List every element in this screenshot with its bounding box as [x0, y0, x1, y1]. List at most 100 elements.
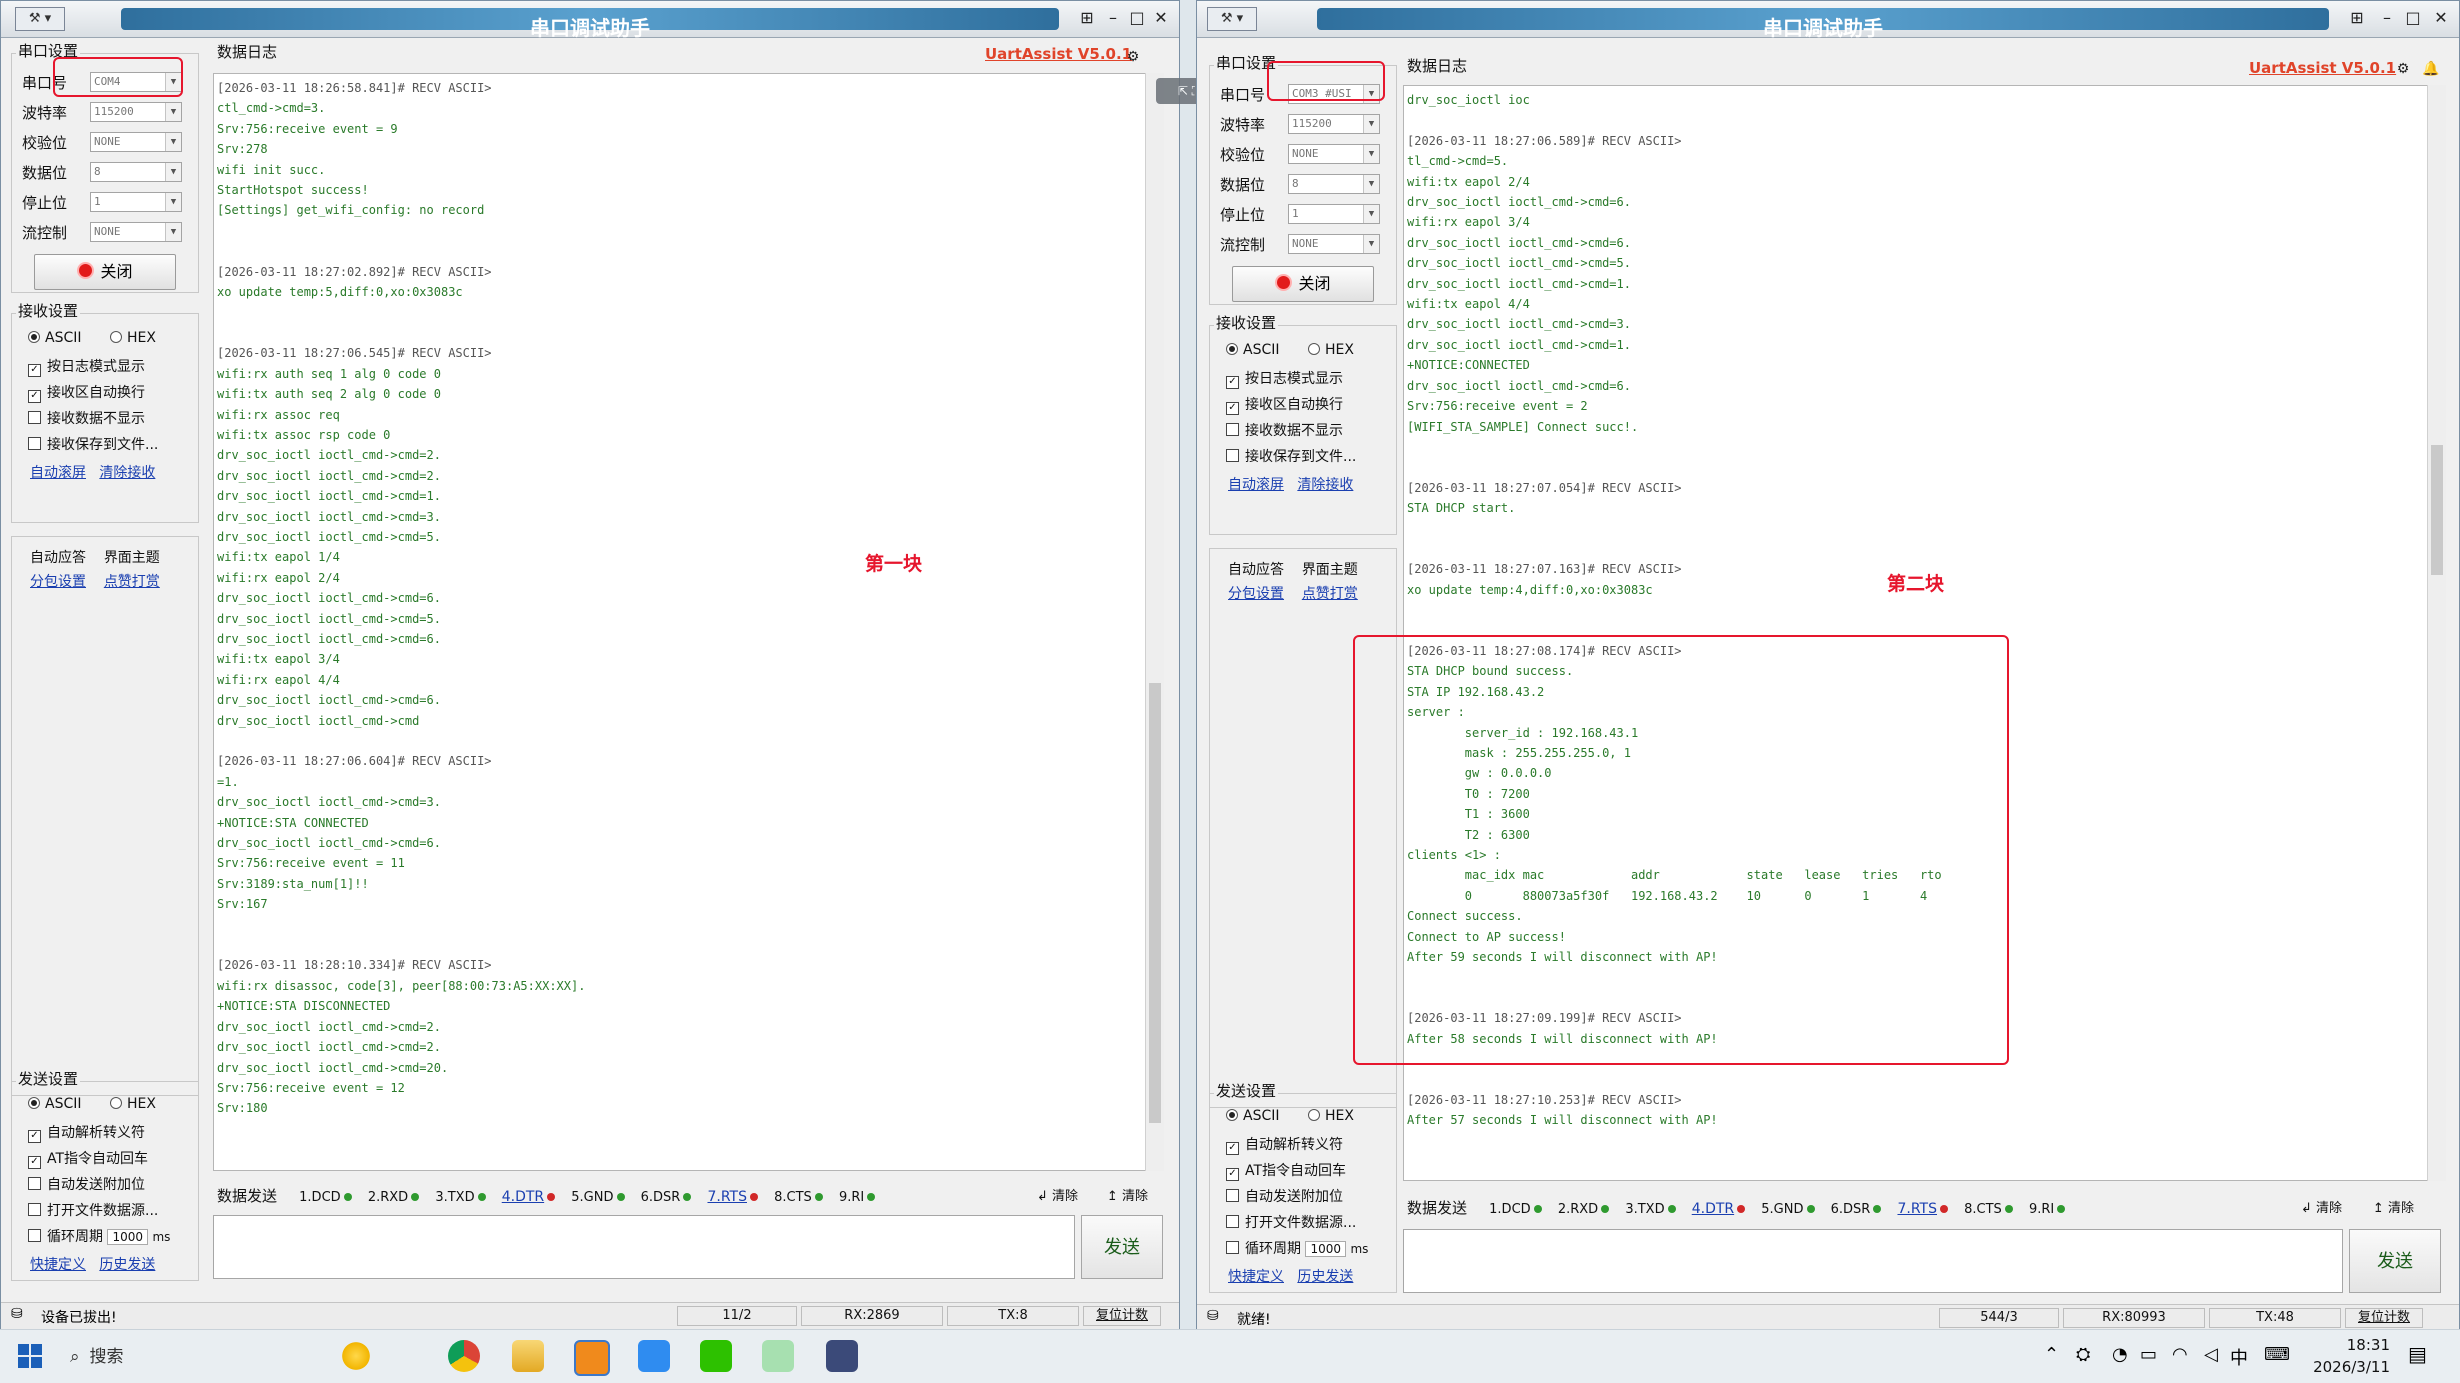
chevron-down-icon[interactable]: ▼: [1363, 115, 1379, 133]
pin-icon[interactable]: ⊞: [2347, 6, 2367, 30]
send-cycle-checkbox[interactable]: 循环周期 1000 ms: [28, 1226, 170, 1246]
close-window-button[interactable]: ✕: [1151, 6, 1171, 30]
pin-icon[interactable]: ⊞: [1077, 6, 1097, 30]
cycle-input[interactable]: 1000: [107, 1229, 148, 1245]
recv-save-checkbox[interactable]: 接收保存到文件...: [1226, 446, 1356, 466]
start-icon[interactable]: [18, 1344, 42, 1368]
chevron-down-icon[interactable]: ▼: [165, 223, 181, 241]
signal-rts[interactable]: 7.RTS: [707, 1189, 758, 1205]
close-port-button[interactable]: 关闭: [34, 254, 176, 290]
databits-select[interactable]: 8 ▼: [1288, 174, 1380, 194]
close-window-button[interactable]: ✕: [2431, 6, 2451, 30]
chevron-down-icon[interactable]: ▼: [1363, 205, 1379, 223]
log-scrollbar[interactable]: [2427, 85, 2446, 1181]
signal-rts[interactable]: 7.RTS: [1897, 1201, 1948, 1217]
send-escape-checkbox[interactable]: ✓ 自动解析转义符: [28, 1122, 145, 1143]
send-hex-radio[interactable]: HEX: [110, 1096, 156, 1112]
close-port-button[interactable]: 关闭: [1232, 266, 1374, 302]
chevron-down-icon[interactable]: ▼: [165, 163, 181, 181]
shortcut-link[interactable]: 快捷定义: [1228, 1269, 1284, 1285]
stopbits-select[interactable]: 1 ▼: [90, 192, 182, 212]
send-append-checkbox[interactable]: 自动发送附加位: [1226, 1186, 1343, 1206]
recv-log-mode-checkbox[interactable]: ✓ 按日志模式显示: [28, 356, 145, 377]
signal-txd[interactable]: 3.TXD: [1625, 1202, 1676, 1217]
send-file-checkbox[interactable]: 打开文件数据源...: [1226, 1212, 1356, 1232]
history-link[interactable]: 历史发送: [99, 1257, 155, 1273]
baud-select[interactable]: 115200 ▼: [90, 102, 182, 122]
minimize-button[interactable]: –: [2377, 6, 2397, 30]
signal-dtr[interactable]: 4.DTR: [1692, 1201, 1746, 1217]
version-link[interactable]: UartAssist V5.0.1: [2249, 59, 2396, 77]
cycle-input[interactable]: 1000: [1305, 1241, 1346, 1257]
send-ascii-radio[interactable]: ASCII: [1226, 1108, 1280, 1124]
title-bar[interactable]: ⚒ ▾ 串口调试助手 ⊞ – □ ✕: [1, 1, 1179, 40]
clear-send-button[interactable]: ↲ 清除: [2301, 1197, 2342, 1223]
flow-select[interactable]: NONE ▼: [1288, 234, 1380, 254]
send-at-checkbox[interactable]: ✓ AT指令自动回车: [28, 1148, 148, 1169]
send-hex-radio[interactable]: HEX: [1308, 1108, 1354, 1124]
send-button[interactable]: 发送: [1081, 1215, 1163, 1279]
signal-cts[interactable]: 8.CTS: [1964, 1202, 2013, 1217]
databits-select[interactable]: 8 ▼: [90, 162, 182, 182]
clear-all-button[interactable]: ↥ 清除: [1107, 1185, 1148, 1211]
keyboard-icon[interactable]: ⌨: [2264, 1344, 2290, 1365]
donate-menu[interactable]: 点赞打赏: [1302, 586, 1358, 602]
chevron-down-icon[interactable]: ▼: [1363, 175, 1379, 193]
stopbits-select[interactable]: 1 ▼: [1288, 204, 1380, 224]
recv-hide-checkbox[interactable]: 接收数据不显示: [1226, 420, 1343, 440]
app-icon-orange[interactable]: [574, 1340, 610, 1376]
theme-menu[interactable]: 界面主题: [1302, 562, 1358, 578]
copilot-icon[interactable]: [340, 1340, 372, 1372]
send-append-checkbox[interactable]: 自动发送附加位: [28, 1174, 145, 1194]
signal-rxd[interactable]: 2.RXD: [1558, 1202, 1610, 1217]
auto-scroll-link[interactable]: 自动滚屏: [30, 465, 86, 481]
log-scrollbar[interactable]: [1145, 73, 1164, 1171]
signal-dcd[interactable]: 1.DCD: [299, 1190, 352, 1205]
recv-hide-checkbox[interactable]: 接收数据不显示: [28, 408, 145, 428]
theme-menu[interactable]: 界面主题: [104, 550, 160, 566]
recv-hex-radio[interactable]: HEX: [110, 330, 156, 346]
donate-menu[interactable]: 点赞打赏: [104, 574, 160, 590]
shortcut-link[interactable]: 快捷定义: [30, 1257, 86, 1273]
signal-cts[interactable]: 8.CTS: [774, 1190, 823, 1205]
app-menu-icon[interactable]: ⚒ ▾: [1207, 7, 1257, 31]
auto-reply-menu[interactable]: 自动应答: [30, 550, 86, 566]
tray-app-icon[interactable]: ⛭: [2076, 1344, 2090, 1365]
maximize-button[interactable]: □: [2403, 6, 2423, 30]
scroll-thumb[interactable]: [2431, 445, 2443, 575]
search-box[interactable]: ⌕ 搜索: [70, 1342, 340, 1372]
parity-select[interactable]: NONE ▼: [90, 132, 182, 152]
chevron-down-icon[interactable]: ▼: [165, 193, 181, 211]
serial-tool-icon[interactable]: [826, 1340, 858, 1372]
app-menu-icon[interactable]: ⚒ ▾: [15, 7, 65, 31]
reset-count-button[interactable]: 复位计数: [1083, 1306, 1161, 1326]
recv-ascii-radio[interactable]: ASCII: [28, 330, 82, 346]
battery-icon[interactable]: ▭: [2140, 1344, 2157, 1365]
signal-dtr[interactable]: 4.DTR: [502, 1189, 556, 1205]
wechat-icon[interactable]: [700, 1340, 732, 1372]
tab-data-log[interactable]: 数据日志: [217, 41, 277, 71]
send-button[interactable]: 发送: [2349, 1229, 2441, 1293]
clear-send-button[interactable]: ↲ 清除: [1037, 1185, 1078, 1211]
recv-hex-radio[interactable]: HEX: [1308, 342, 1354, 358]
signal-gnd[interactable]: 5.GND: [1761, 1202, 1815, 1217]
chrome-icon[interactable]: [448, 1340, 480, 1372]
signal-ri[interactable]: 9.RI: [2029, 1202, 2066, 1217]
parity-select[interactable]: NONE ▼: [1288, 144, 1380, 164]
packet-settings-menu[interactable]: 分包设置: [1228, 586, 1284, 602]
minimize-button[interactable]: –: [1103, 6, 1123, 30]
settings-gear-icon[interactable]: ⚙: [2393, 57, 2413, 81]
notification-icon[interactable]: ▤: [2408, 1342, 2427, 1366]
title-bar[interactable]: ⚒ ▾ 串口调试助手 ⊞ – □ ✕: [1197, 1, 2459, 40]
chevron-down-icon[interactable]: ▼: [165, 133, 181, 151]
send-file-checkbox[interactable]: 打开文件数据源...: [28, 1200, 158, 1220]
chevron-down-icon[interactable]: ▼: [1363, 145, 1379, 163]
signal-txd[interactable]: 3.TXD: [435, 1190, 486, 1205]
maximize-button[interactable]: □: [1127, 6, 1147, 30]
ime-indicator[interactable]: 中: [2230, 1344, 2248, 1370]
clear-recv-link[interactable]: 清除接收: [1297, 477, 1353, 493]
version-link[interactable]: UartAssist V5.0.1: [985, 45, 1132, 63]
chevron-down-icon[interactable]: ▼: [165, 103, 181, 121]
recv-save-checkbox[interactable]: 接收保存到文件...: [28, 434, 158, 454]
signal-dsr[interactable]: 6.DSR: [641, 1190, 692, 1205]
